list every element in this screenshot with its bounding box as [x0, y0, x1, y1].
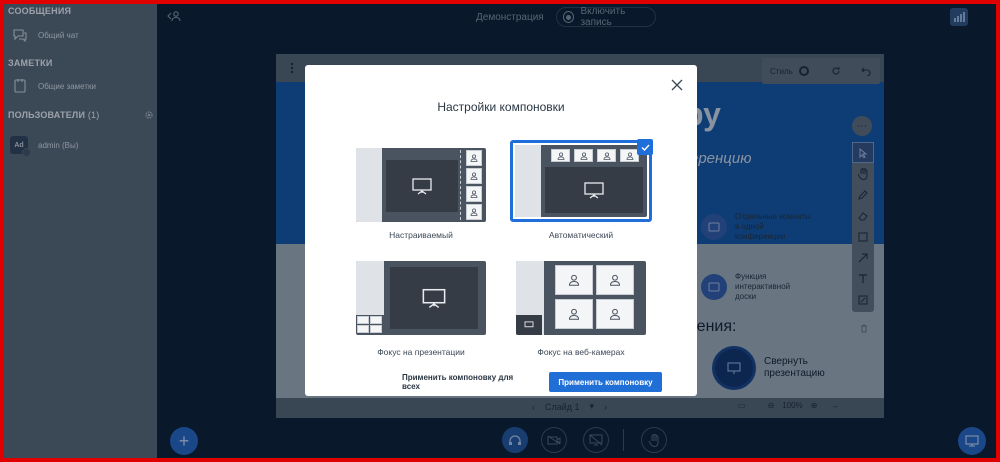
apply-layout-for-all-button[interactable]: Применить компоновку для всех — [402, 372, 532, 392]
layout-option-label: Настраиваемый — [389, 230, 453, 240]
presentation-icon — [516, 315, 542, 335]
close-icon[interactable] — [670, 78, 684, 92]
layout-option-label: Фокус на презентации — [377, 347, 465, 357]
webcam-icon — [466, 204, 482, 220]
webcam-icon — [466, 150, 482, 166]
modal-title: Настройки компоновки — [437, 100, 565, 114]
layout-option-presentation-focus[interactable]: Фокус на презентации — [349, 261, 493, 357]
webcam-icon — [357, 325, 369, 333]
apply-layout-button[interactable]: Применить компоновку — [549, 372, 662, 392]
webcam-icon — [596, 265, 634, 295]
layout-settings-modal: Настройки компоновки Настраиваемый Автом… — [305, 65, 697, 396]
layout-option-auto[interactable]: Автоматический — [509, 139, 653, 240]
webcam-icon — [466, 186, 482, 202]
webcam-icon — [466, 168, 482, 184]
webcam-icon — [551, 149, 570, 162]
webcam-icon — [596, 299, 634, 329]
webcam-icon — [555, 299, 593, 329]
checkmark-icon — [637, 139, 653, 155]
custom-layout-thumbnail — [356, 148, 486, 222]
layout-option-custom[interactable]: Настраиваемый — [349, 148, 493, 240]
webcam-icon — [370, 316, 382, 324]
webcam-icon — [574, 149, 593, 162]
selected-outline — [510, 139, 653, 222]
webcam-icon — [555, 265, 593, 295]
presentation-icon — [545, 167, 643, 213]
layout-option-label: Автоматический — [548, 230, 614, 240]
webcam-icon — [357, 316, 369, 324]
presentation-icon — [386, 160, 458, 212]
webcam-focus-thumbnail — [516, 261, 646, 335]
presentation-focus-thumbnail — [356, 261, 486, 335]
presentation-icon — [390, 267, 478, 329]
layout-option-label: Фокус на веб-камерах — [537, 347, 625, 357]
layout-option-webcam-focus[interactable]: Фокус на веб-камерах — [509, 261, 653, 357]
app-window: СООБЩЕНИЯ Общий чат ЗАМЕТКИ Общие заметк… — [4, 4, 996, 458]
webcam-icon — [370, 325, 382, 333]
auto-layout-thumbnail — [515, 145, 647, 217]
webcam-icon — [597, 149, 616, 162]
